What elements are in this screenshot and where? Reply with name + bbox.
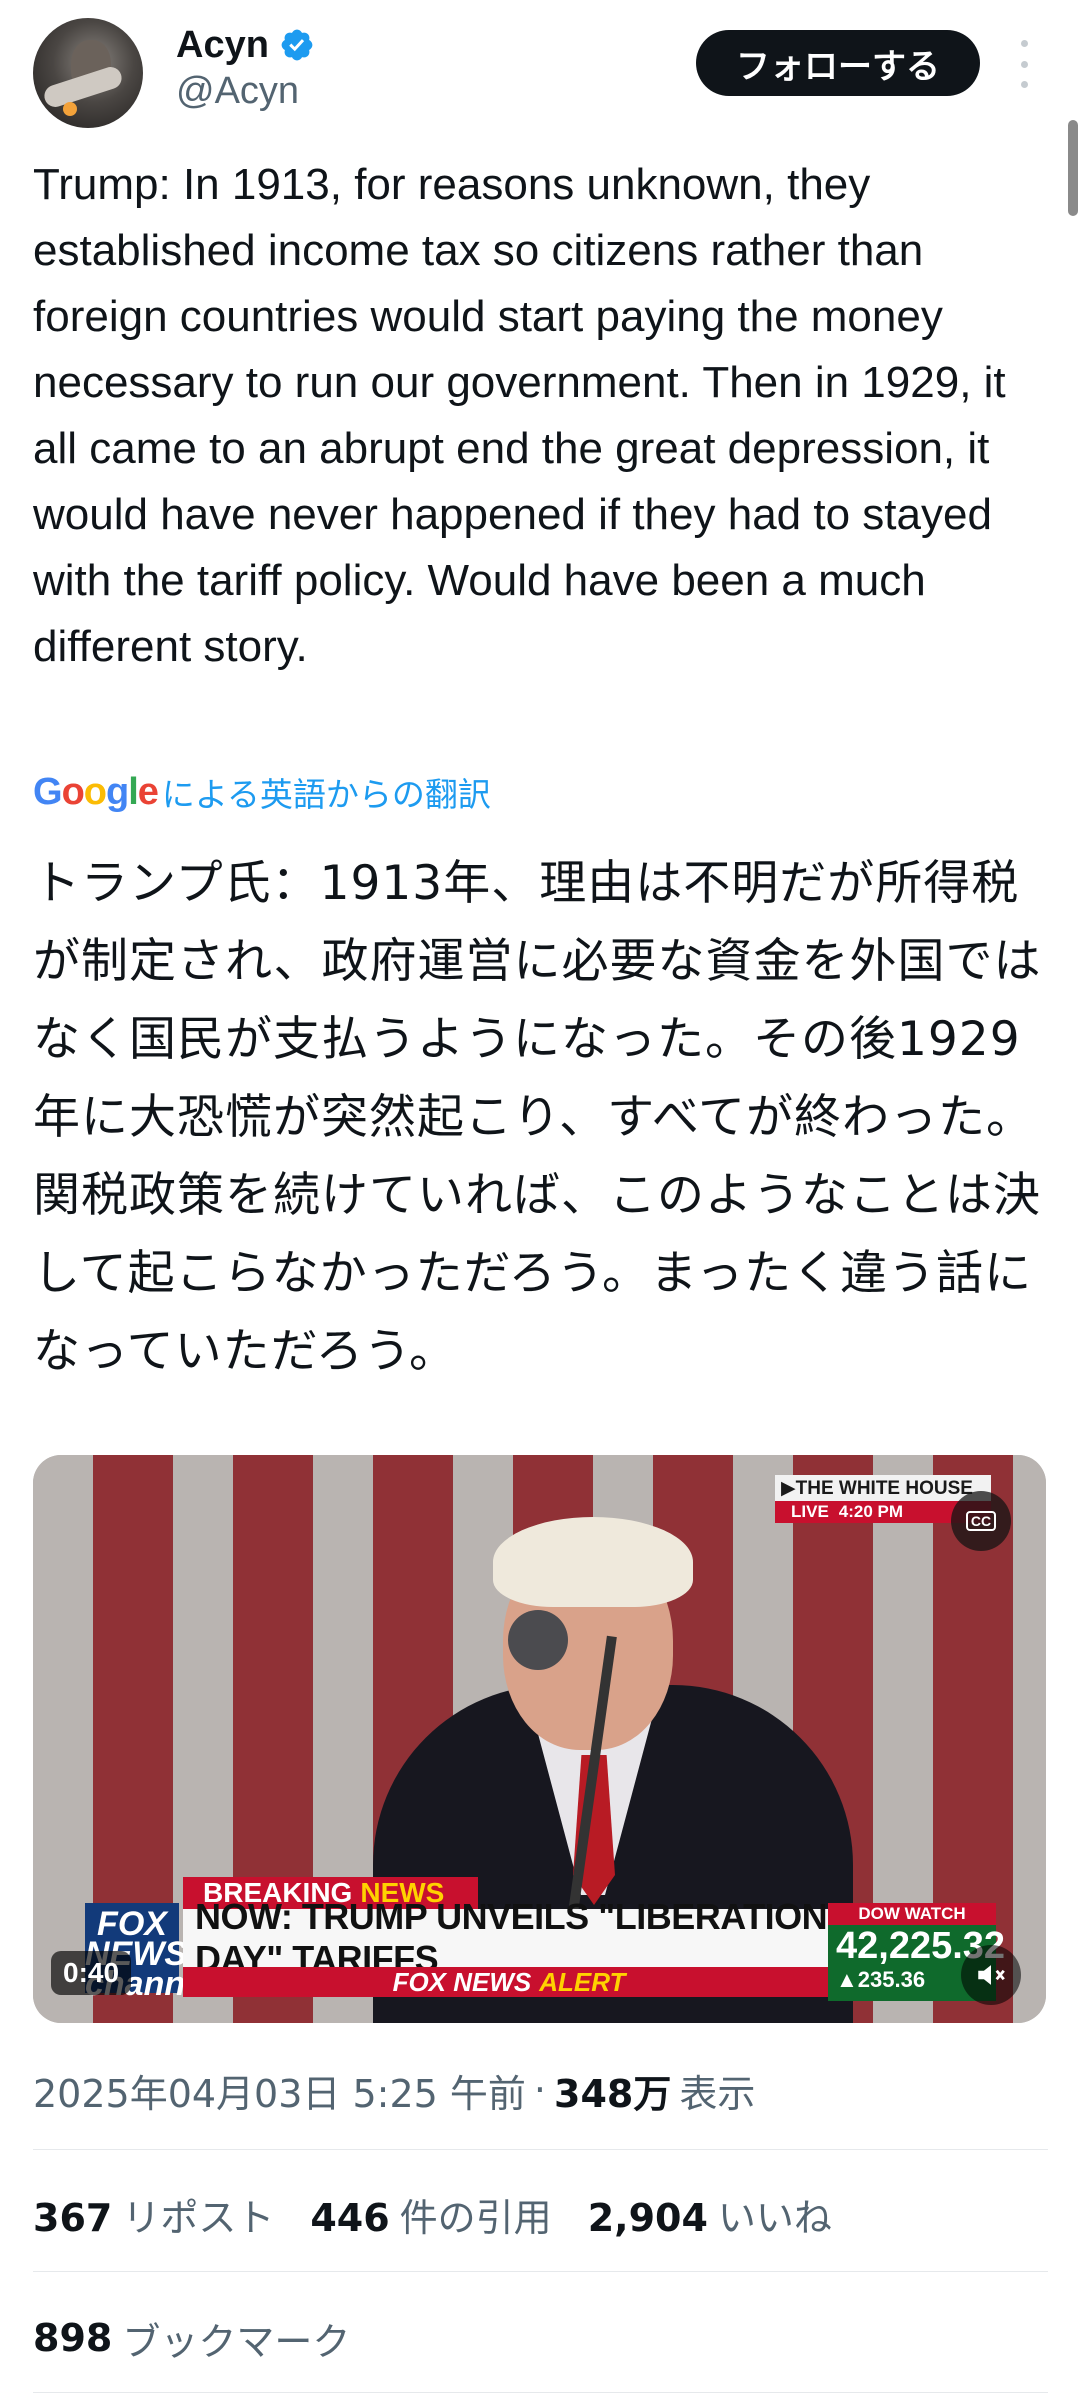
avatar[interactable]	[33, 18, 143, 128]
alert-bar: FOX NEWS ALERT	[183, 1967, 835, 1997]
author-handle[interactable]: @Acyn	[176, 70, 299, 113]
view-label: 表示	[679, 2071, 756, 2116]
live-time: 4:20 PM	[838, 1502, 904, 1521]
alert-word: ALERT	[539, 1966, 626, 1997]
divider	[33, 2271, 1048, 2272]
author-name-row[interactable]: Acyn	[176, 20, 315, 70]
video-microphone	[508, 1610, 568, 1670]
engagement-stats: 367 リポスト 446 件の引用 2,904 いいね	[33, 2186, 868, 2242]
retweets-stat[interactable]: 367 リポスト	[33, 2187, 274, 2242]
tweet-header: Acyn @Acyn フォローする	[0, 0, 1080, 150]
captions-icon: CC	[965, 1511, 997, 1531]
stat-number: 2,904	[587, 2195, 708, 2240]
video-headline: NOW: TRUMP UNVEILS "LIBERATION DAY" TARI…	[183, 1896, 835, 1979]
video-duration: 0:40	[51, 1951, 132, 1995]
stat-label: リポスト	[122, 2195, 275, 2240]
mute-button[interactable]	[961, 1945, 1021, 2005]
more-dot	[1020, 60, 1028, 68]
follow-button[interactable]: フォローする	[696, 30, 980, 96]
likes-stat[interactable]: 2,904 いいね	[588, 2187, 832, 2242]
bookmarks-stat[interactable]: 898 ブックマーク	[33, 2310, 350, 2366]
translation-attribution[interactable]: Google による英語からの翻訳	[33, 768, 491, 816]
divider	[33, 2392, 1048, 2393]
live-label: LIVE	[791, 1502, 829, 1521]
stat-label: 件の引用	[399, 2195, 552, 2240]
meta-separator: ·	[533, 2068, 546, 2112]
translation-label[interactable]: による英語からの翻訳	[162, 768, 491, 816]
stat-label: いいね	[717, 2195, 832, 2240]
dow-label: DOW WATCH	[828, 1903, 996, 1925]
channel-badge-title: ▶THE WHITE HOUSE	[775, 1475, 991, 1501]
author-name[interactable]: Acyn	[176, 24, 269, 67]
stat-label: ブックマーク	[122, 2319, 351, 2364]
video-speaker-hair	[493, 1517, 693, 1607]
view-count: 348万	[554, 2071, 672, 2116]
divider	[33, 2149, 1048, 2150]
stat-number: 446	[310, 2195, 390, 2240]
tweet-timestamp[interactable]: 2025年04月03日 5:25 午前	[33, 2063, 526, 2118]
scrollbar[interactable]	[1068, 120, 1078, 216]
tweet-text: Trump: In 1913, for reasons unknown, the…	[33, 160, 1006, 671]
stat-number: 367	[33, 2195, 113, 2240]
stat-number: 898	[33, 2316, 113, 2360]
alert-prefix: FOX NEWS	[392, 1966, 532, 1997]
video-player[interactable]: ▶THE WHITE HOUSE LIVE 4:20 PM CC FOX NEW…	[33, 1455, 1046, 2023]
more-dot	[1020, 81, 1028, 88]
google-logo: Google	[33, 770, 159, 813]
more-options-icon[interactable]	[1012, 40, 1036, 88]
avatar-glow	[63, 102, 77, 116]
tweet-metadata: 2025年04月03日 5:25 午前 · 348万 表示	[33, 2062, 755, 2118]
more-dot	[1020, 40, 1028, 47]
captions-button[interactable]: CC	[951, 1491, 1011, 1551]
verified-badge-icon	[281, 29, 313, 61]
translated-tweet-text: トランプ氏：1913年、理由は不明だが所得税が制定され、政府運営に必要な資金を外…	[33, 856, 1042, 1379]
speaker-muted-icon	[978, 1965, 1005, 1985]
quotes-stat[interactable]: 446 件の引用	[310, 2187, 551, 2242]
